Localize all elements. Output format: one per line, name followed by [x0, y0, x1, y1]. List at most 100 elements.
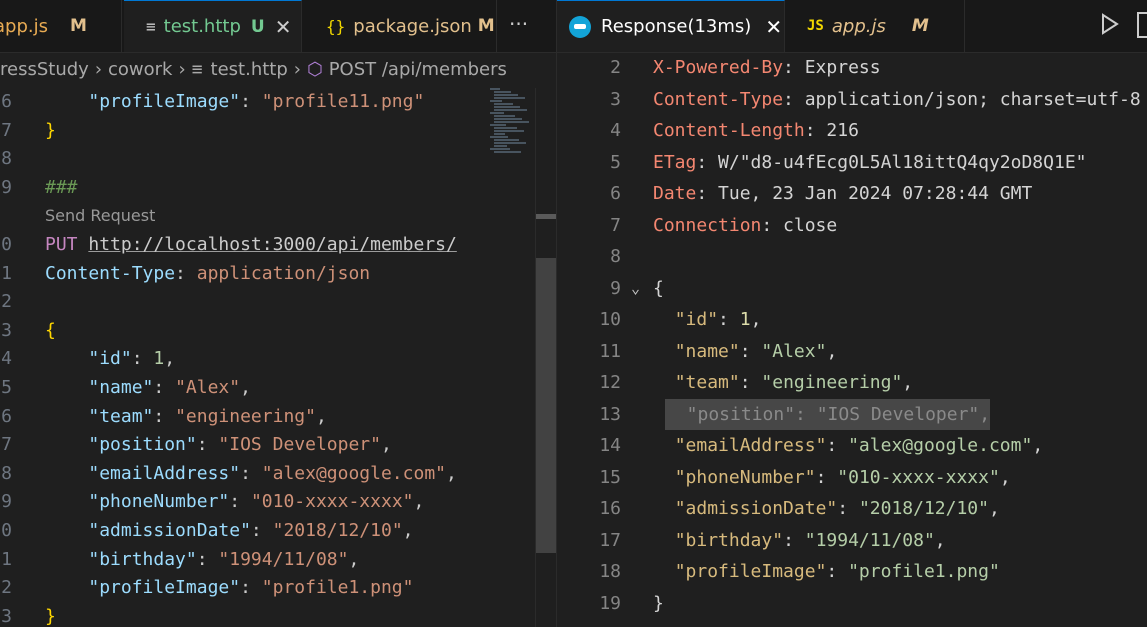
scrollbar-marker [536, 214, 556, 219]
code-token: "profileImage" [88, 91, 241, 112]
response-token [653, 435, 675, 456]
response-line: 16 "admissionDate": "2018/12/10", [557, 493, 1147, 524]
minimap-line [494, 145, 507, 147]
response-line: 2 X-Powered-By: Express [557, 52, 1147, 83]
tab-label: app.js [831, 15, 886, 37]
code-token: : [240, 462, 262, 484]
response-token: : application/json; charset=utf-8 [783, 88, 1141, 110]
response-token: "010-xxxx-xxxx" [837, 466, 1000, 488]
tab-test-http[interactable]: ≡ test.http U ✕ [124, 0, 302, 52]
line-number: 2 [1, 577, 12, 599]
tab-app-js-right[interactable]: JS app.js M [785, 0, 965, 52]
response-text: "profileImage": "profile1.png" [653, 556, 1000, 587]
code-text: } [45, 117, 56, 145]
minimap-line [490, 136, 508, 138]
file-lines-icon: ≡ [191, 58, 203, 80]
code-token: : [175, 262, 197, 284]
code-text: "emailAddress": "alex@google.com", [45, 460, 456, 488]
line-number: 19 [599, 592, 621, 614]
scrollbar-thumb[interactable] [536, 258, 556, 553]
code-token: "Alex" [175, 377, 241, 398]
tab-app-js[interactable]: app.js M [0, 0, 122, 52]
response-text: X-Powered-By: Express [653, 52, 881, 83]
vertical-scrollbar[interactable] [535, 88, 556, 627]
response-token: Content-Type [653, 88, 784, 110]
code-token: } [45, 119, 56, 141]
response-token: , [1032, 435, 1044, 456]
breadcrumb-file[interactable]: test.http [211, 59, 288, 80]
line-number: 9 [610, 277, 621, 299]
response-text: "emailAddress": "alex@google.com", [653, 430, 1043, 461]
minimap[interactable] [490, 88, 538, 158]
response-token [653, 372, 675, 393]
code-editor[interactable]: 6 "profileImage": "profile11.png" 7} 8 9 ###… [0, 88, 485, 627]
response-token: "alex@google.com" [848, 435, 1033, 456]
fold-chevron-icon[interactable]: ⌄ [631, 273, 640, 304]
breadcrumb-folder-root[interactable]: ressStudy [0, 59, 89, 80]
line-number: 6 [1, 405, 12, 427]
code-text: { [45, 317, 56, 345]
response-token: : [783, 529, 805, 551]
file-lines-icon: ≡ [146, 17, 156, 36]
tab-label: package.json [353, 15, 472, 37]
tab-package-json[interactable]: {} package.json M [304, 0, 497, 52]
line-number: 5 [1, 377, 12, 398]
response-line: 8 [557, 241, 1147, 272]
code-token: "profile1.png" [261, 577, 414, 599]
close-icon[interactable]: ✕ [275, 15, 292, 39]
line-number: 12 [599, 372, 621, 393]
tab-label: Response(13ms) [601, 16, 752, 37]
line-number: 8 [610, 246, 621, 267]
line-number: 6 [1, 91, 12, 112]
tab-response[interactable]: Response(13ms) ✕ [557, 0, 785, 52]
minimap-line [494, 106, 520, 108]
response-text: "id": 1, [653, 304, 762, 335]
response-line: 9 ⌄ { [557, 273, 1147, 304]
response-line: 6 Date: Tue, 23 Jan 2024 07:28:44 GMT [557, 178, 1147, 209]
response-token: 1 [739, 309, 751, 330]
code-token: PUT [45, 234, 89, 255]
minimap-line [494, 139, 519, 141]
response-line: 10 "id": 1, [557, 304, 1147, 335]
response-token: X-Powered-By [653, 57, 784, 78]
response-text: "name": "Alex", [653, 336, 838, 367]
line-number: 0 [1, 520, 12, 541]
line-number: 3 [610, 88, 621, 110]
split-editor-icon[interactable] [1137, 12, 1147, 38]
response-token: Connection [653, 214, 762, 236]
code-token: "id" [88, 348, 132, 370]
code-token: : [250, 520, 273, 541]
more-actions-icon[interactable]: ··· [509, 12, 528, 36]
code-text: "birthday": "1994/11/08", [45, 546, 359, 574]
minimap-line [490, 124, 506, 126]
line-number: 3 [1, 319, 12, 341]
response-token: : 216 [804, 120, 859, 141]
close-icon[interactable]: ✕ [765, 15, 782, 39]
response-text: Date: Tue, 23 Jan 2024 07:28:44 GMT [653, 178, 1032, 209]
code-token[interactable]: http://localhost:3000/api/members/ [88, 234, 456, 255]
breadcrumb-folder-cowork[interactable]: cowork [108, 59, 172, 80]
response-token [653, 309, 675, 330]
send-request-codelens[interactable]: Send Request [45, 202, 155, 230]
response-viewer[interactable]: 2 X-Powered-By: Express 3 Content-Type: app… [557, 52, 1147, 627]
code-token: , [315, 405, 327, 427]
breadcrumb-symbol[interactable]: POST /api/members [329, 59, 507, 80]
run-play-icon[interactable] [1101, 13, 1119, 35]
response-token: { [653, 277, 664, 299]
response-token: : [739, 340, 762, 362]
line-number: 10 [599, 309, 621, 330]
code-token: : [131, 348, 154, 370]
code-text: "id": 1, [45, 345, 175, 373]
response-token: "engineering" [761, 372, 903, 393]
response-token: "team" [674, 372, 740, 393]
response-pane: Response(13ms) ✕ JS app.js M 2 X-Powered-… [557, 0, 1147, 627]
right-tab-bar: Response(13ms) ✕ JS app.js M [557, 0, 1147, 53]
line-number: 15 [599, 466, 621, 488]
response-text: "phoneNumber": "010-xxxx-xxxx", [653, 462, 1011, 493]
code-token: : [196, 434, 219, 456]
